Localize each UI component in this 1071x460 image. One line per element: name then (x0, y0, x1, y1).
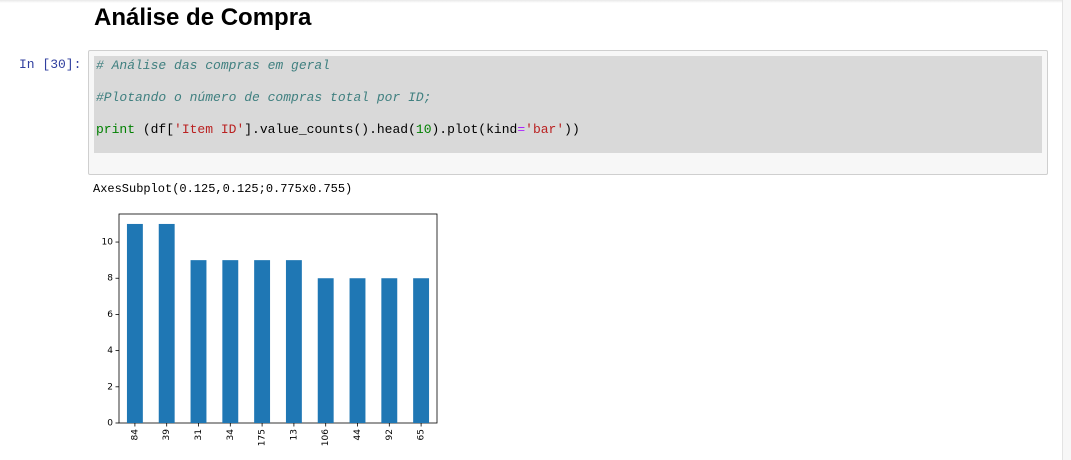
output-text: AxesSubplot(0.125,0.125;0.775x0.755) (93, 182, 353, 196)
scrollbar-track[interactable] (1062, 0, 1071, 460)
code-token: (df[ (135, 122, 175, 137)
y-axis: 0 2 4 6 8 10 (102, 238, 119, 429)
code-statement-line: print (df['Item ID'].value_counts().head… (96, 122, 580, 137)
code-cell[interactable]: # Análise das compras em geral #Plotando… (88, 50, 1048, 175)
x-tick-label: 34 (226, 429, 236, 441)
code-comment-line: # Análise das compras em geral (96, 58, 331, 73)
toolbar-shadow (0, 0, 1071, 3)
code-token: ).plot(kind (431, 122, 518, 137)
x-tick-label: 92 (385, 429, 395, 440)
x-tick-label: 175 (258, 429, 268, 446)
code-number: 10 (415, 122, 432, 137)
code-comment-line: #Plotando o número de compras total por … (96, 90, 432, 105)
x-tick-label: 84 (130, 429, 140, 441)
y-tick-label: 2 (107, 382, 113, 392)
y-tick-label: 6 (107, 310, 113, 320)
bar (349, 278, 366, 423)
y-tick-label: 0 (107, 419, 113, 429)
bar (158, 223, 175, 423)
x-tick-label: 65 (417, 429, 427, 440)
code-editor[interactable]: # Análise das compras em geral #Plotando… (94, 56, 1042, 153)
bar (285, 260, 302, 423)
bar (254, 260, 271, 423)
x-tick-label: 39 (162, 429, 172, 441)
bar (222, 260, 239, 423)
code-token: )) (564, 122, 580, 137)
bar-chart: 0 2 4 6 8 10 84 39 31 34 175 13 106 44 92 65 (102, 213, 438, 446)
code-token: ].value_counts().head( (244, 122, 416, 137)
bar (190, 260, 207, 423)
input-prompt: In [30]: (19, 57, 82, 72)
y-tick-label: 4 (107, 346, 113, 356)
code-keyword: print (96, 122, 136, 137)
markdown-heading: Análise de Compra (94, 4, 312, 31)
code-string: 'bar' (525, 122, 565, 137)
x-tick-label: 31 (194, 429, 204, 440)
bar (317, 278, 334, 423)
y-tick-label: 10 (102, 238, 114, 248)
x-tick-label: 13 (289, 429, 299, 440)
bar (126, 223, 143, 423)
bar (413, 278, 430, 423)
x-axis: 84 39 31 34 175 13 106 44 92 65 (130, 423, 427, 446)
x-tick-label: 44 (353, 429, 363, 441)
code-string: 'Item ID' (174, 122, 245, 137)
bar (381, 278, 398, 423)
code-operator: = (517, 122, 526, 137)
x-tick-label: 106 (321, 429, 331, 446)
y-tick-label: 8 (107, 274, 113, 284)
